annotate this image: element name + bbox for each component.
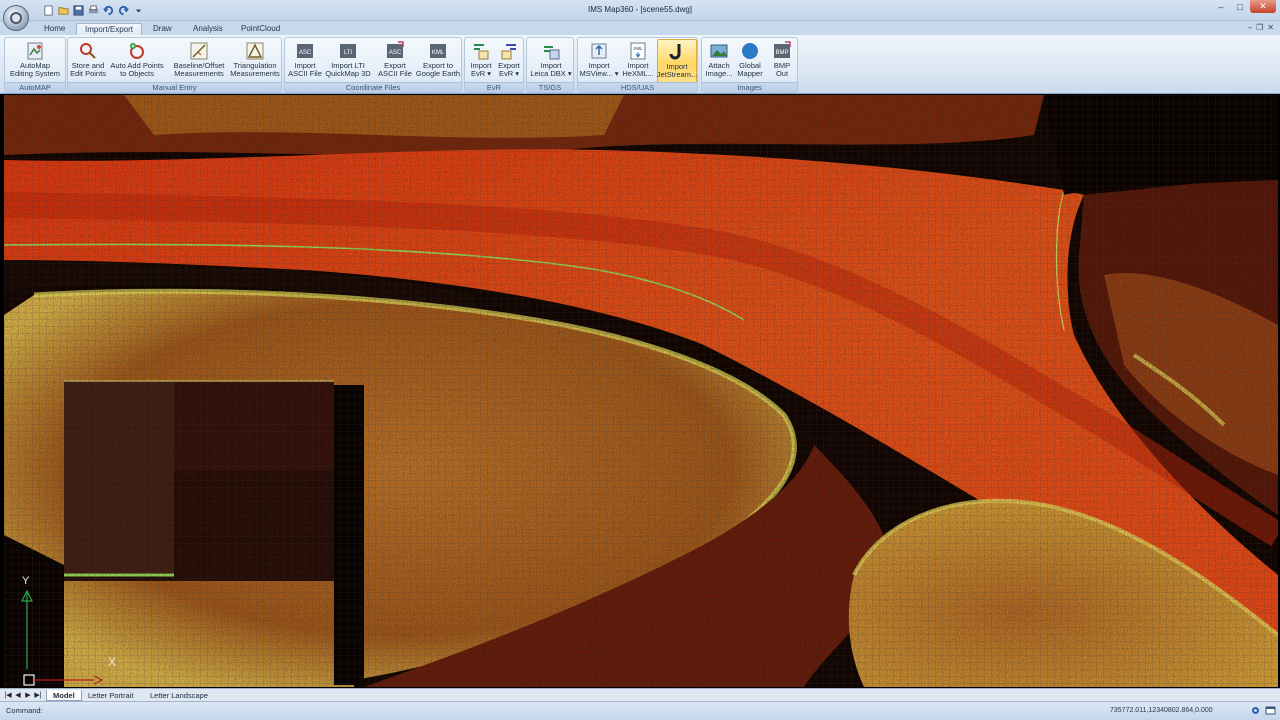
group-label-tsgs: TS/GS (527, 82, 573, 92)
export-evr-button[interactable]: Export EvR ▾ (495, 39, 523, 83)
command-label: Command: (6, 706, 43, 715)
title-bar: IMS Map360 - [scene55.dwg] – □ ✕ (0, 0, 1280, 21)
layout-tab-letter-portrait[interactable]: Letter Portrait (82, 690, 139, 701)
group-label-manual-entry: Manual Entry (68, 82, 281, 92)
export-ascii-button[interactable]: ASC Export ASCII File (376, 39, 414, 83)
add-points-button[interactable]: Auto Add Points to Objects (109, 39, 165, 83)
import-evr-button[interactable]: Import EvR ▾ (467, 39, 495, 83)
ribbon: AutoMap Editing System AutoMAP Store and… (0, 35, 1280, 94)
export-ascii-icon: ASC (384, 41, 406, 61)
msview-icon (588, 41, 610, 61)
group-label-automap: AutoMAP (5, 82, 65, 92)
store-points-button[interactable]: Store and Edit Points (69, 39, 107, 83)
ucs-x-label: X (108, 655, 117, 669)
svg-text:ASC: ASC (389, 50, 402, 56)
minimize-button[interactable]: – (1212, 0, 1230, 13)
group-automap: AutoMap Editing System AutoMAP (4, 37, 66, 93)
settings-icon[interactable] (1250, 705, 1261, 716)
bmp-out-button[interactable]: BMP BMP Out (767, 39, 797, 83)
svg-text:LTI: LTI (344, 50, 353, 56)
group-label-evr: EvR (465, 82, 523, 92)
triangulation-icon (244, 41, 266, 61)
group-tsgs: Import Leica DBX ▾ TS/GS (526, 37, 574, 93)
add-points-icon (126, 41, 148, 61)
first-layout-button[interactable]: |◀ (4, 691, 12, 700)
group-label-images: Images (702, 82, 797, 92)
import-leica-button[interactable]: Import Leica DBX ▾ (529, 39, 573, 83)
import-hexml-button[interactable]: XML Import HeXML... (620, 39, 656, 83)
layout-tab-letter-landscape[interactable]: Letter Landscape (144, 690, 214, 701)
bmp-out-icon: BMP (771, 41, 793, 61)
next-layout-button[interactable]: ▶ (24, 691, 32, 700)
ribbon-tabs: Home Import/Export Draw Analysis PointCl… (0, 21, 1280, 35)
group-label-hds-uas: HDS/UAS (578, 82, 697, 92)
point-cloud-scene (4, 95, 1278, 687)
ucs-icon (23, 674, 104, 686)
application-menu-button[interactable] (3, 5, 29, 31)
tab-pointcloud[interactable]: PointCloud (233, 23, 288, 35)
doc-restore-button[interactable]: ❐ (1256, 23, 1263, 32)
import-lti-button[interactable]: LTI Import LTI QuickMap 3D (325, 39, 371, 83)
global-mapper-button[interactable]: Global Mapper (735, 39, 765, 83)
triangulation-button[interactable]: Triangulation Measurements (229, 39, 281, 83)
attach-image-button[interactable]: Attach Image... (703, 39, 735, 83)
tab-import-export[interactable]: Import/Export (76, 23, 143, 35)
group-images: Attach Image... Global Mapper BMP BMP Ou… (701, 37, 798, 93)
doc-minimize-button[interactable]: – (1248, 23, 1252, 32)
group-manual-entry: Store and Edit Points Auto Add Points to… (67, 37, 282, 93)
import-lti-icon: LTI (337, 41, 359, 61)
svg-text:BMP: BMP (775, 50, 788, 56)
close-button[interactable]: ✕ (1250, 0, 1276, 13)
group-label-coordinate-files: Coordinate Files (285, 82, 461, 92)
ucs-y-axis-icon (21, 589, 33, 669)
group-coordinate-files: ASC Import ASCII File LTI Import LTI Qui… (284, 37, 462, 93)
global-mapper-icon (739, 41, 761, 61)
prev-layout-button[interactable]: ◀ (14, 691, 22, 700)
command-bar[interactable]: Command: 735772.011,12340802.864,0.000 (0, 701, 1280, 720)
drawing-canvas[interactable]: Y X (4, 95, 1278, 687)
automap-button[interactable]: AutoMap Editing System (7, 39, 63, 83)
tab-home[interactable]: Home (36, 23, 73, 35)
store-points-icon (77, 41, 99, 61)
leica-icon (540, 41, 562, 61)
svg-text:ASC: ASC (299, 50, 312, 56)
coordinates-readout: 735772.011,12340802.864,0.000 (1110, 707, 1213, 714)
import-ascii-icon: ASC (294, 41, 316, 61)
import-jetstream-button[interactable]: Import JetStream... (657, 39, 697, 83)
doc-close-button[interactable]: ✕ (1267, 23, 1274, 32)
import-evr-icon (470, 41, 492, 61)
layout-tabs-bar: |◀ ◀ ▶ ▶| Model Letter Portrait Letter L… (0, 688, 1280, 701)
last-layout-button[interactable]: ▶| (34, 691, 42, 700)
group-hds-uas: Import MSView... ▾ XML Import HeXML... I… (577, 37, 698, 93)
automap-icon (24, 41, 46, 61)
export-kml-button[interactable]: KML Export to Google Earth (415, 39, 461, 83)
import-ascii-button[interactable]: ASC Import ASCII File (286, 39, 324, 83)
svg-text:KML: KML (432, 50, 445, 56)
hexml-icon: XML (627, 41, 649, 61)
attach-image-icon (708, 41, 730, 61)
tab-draw[interactable]: Draw (145, 23, 180, 35)
baseline-button[interactable]: Baseline/Offset Measurements (170, 39, 228, 83)
export-evr-icon (498, 41, 520, 61)
jetstream-icon (666, 42, 688, 62)
ucs-y-label: Y (22, 575, 30, 587)
tab-analysis[interactable]: Analysis (185, 23, 231, 35)
maximize-button[interactable]: □ (1231, 0, 1249, 13)
import-msview-button[interactable]: Import MSView... ▾ (579, 39, 619, 83)
window-title: IMS Map360 - [scene55.dwg] (587, 5, 693, 14)
export-kml-icon: KML (427, 41, 449, 61)
svg-text:XML: XML (633, 46, 643, 51)
layout-tab-model[interactable]: Model (46, 690, 82, 701)
window-layout-icon[interactable] (1265, 705, 1276, 716)
group-evr: Import EvR ▾ Export EvR ▾ EvR (464, 37, 524, 93)
baseline-icon (188, 41, 210, 61)
